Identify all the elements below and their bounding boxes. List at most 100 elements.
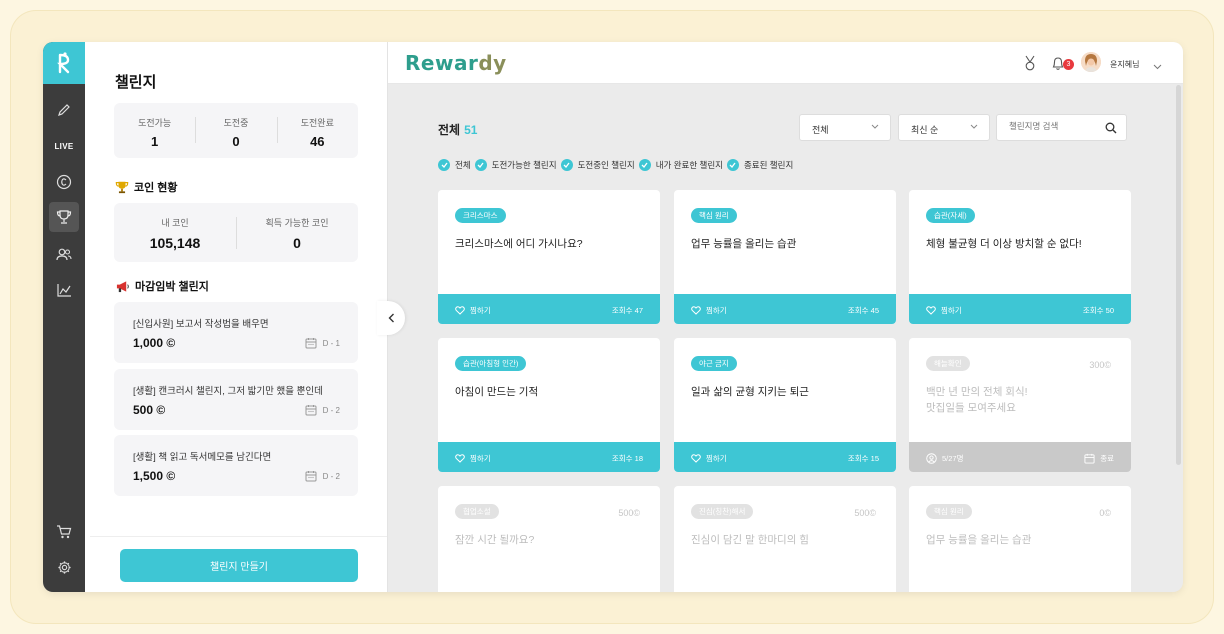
card-footer: 찜하기 조회수 45	[674, 294, 896, 324]
challenge-card-ended[interactable]: 핵심 원리 0© 업무 능률을 올리는 습관	[909, 486, 1131, 592]
users-icon[interactable]	[43, 238, 85, 270]
card-tag: 습관(아침형 인간)	[455, 356, 527, 371]
coin-value: 105,148	[149, 235, 201, 251]
calendar-icon	[1084, 453, 1095, 464]
total-count: 51	[464, 123, 478, 137]
notification-badge: 3	[1063, 59, 1074, 70]
coin-status-title: 코인 현황	[134, 182, 178, 194]
heart-icon	[455, 306, 465, 315]
filter-ended[interactable]: 종료된 챌린지	[726, 159, 793, 171]
card-footer: 찜하기 조회수 15	[674, 442, 896, 472]
filter-all[interactable]: 전체	[438, 159, 471, 171]
medal-icon[interactable]	[1023, 55, 1037, 76]
category-select[interactable]: 전체	[799, 114, 891, 141]
sort-select[interactable]: 최신 순	[898, 114, 990, 141]
stat-label: 도전가능	[138, 118, 172, 128]
challenge-panel: 챌린지 도전가능 1 도전중 0 도전완료 46 코인 현황 내 코인 105,…	[85, 42, 387, 592]
like-button[interactable]: 찜하기	[455, 305, 491, 316]
deadline-card-day: D - 2	[305, 404, 340, 416]
card-coin: 0©	[1099, 508, 1111, 518]
deadline-card-coin: 500 ©	[133, 403, 166, 417]
nav-rail: LIVE	[43, 42, 85, 592]
card-tag: 핵심 원리	[691, 208, 737, 223]
panel-title: 챌린지	[115, 74, 157, 91]
filter-completed[interactable]: 내가 완료한 챌린지	[638, 159, 723, 171]
live-menu[interactable]: LIVE	[43, 130, 85, 162]
app-window: LIVE 챌린지 도전가능 1 도전중 0 도전완료 46 코인 현황 내 코인…	[43, 42, 1183, 592]
username[interactable]: 윤지혜님	[1110, 59, 1139, 70]
megaphone-icon	[116, 280, 129, 292]
trophy-icon	[115, 181, 129, 194]
challenge-stats: 도전가능 1 도전중 0 도전완료 46	[114, 103, 358, 158]
card-coin: 500©	[618, 508, 640, 518]
coin-summary: 내 코인 105,148 획득 가능한 코인 0	[114, 203, 358, 262]
coin-label: 획득 가능한 코인	[265, 218, 329, 228]
card-tag: 해늘확인	[926, 356, 970, 371]
live-label: LIVE	[54, 141, 74, 151]
stat-completed[interactable]: 도전완료 46	[276, 103, 358, 158]
like-button[interactable]: 찜하기	[926, 305, 962, 316]
my-coins: 내 코인 105,148	[114, 203, 236, 262]
participants: 5/27명	[926, 453, 964, 464]
settings-icon[interactable]	[43, 551, 85, 583]
challenge-card-ended[interactable]: 진심(칭찬)해서 500© 진심이 담긴 말 한마디의 힘	[674, 486, 896, 592]
deadline-heading: 마감임박 챌린지	[115, 278, 209, 294]
challenge-card[interactable]: 습관(자세) 체형 불균형 더 이상 방치할 순 없다! 찜하기 조회수 50	[909, 190, 1131, 324]
card-title: 업무 능률을 올리는 습관	[691, 238, 797, 250]
stat-value: 1	[151, 134, 159, 149]
view-count: 조회수 18	[611, 454, 643, 463]
stat-value: 46	[310, 134, 325, 149]
stat-in-progress[interactable]: 도전중 0	[195, 103, 276, 158]
challenge-card[interactable]: 야근 금지 일과 삶의 균형 지키는 퇴근 찜하기 조회수 15	[674, 338, 896, 472]
stat-value: 0	[232, 134, 240, 149]
deadline-card[interactable]: [생활] 책 읽고 독서메모를 남긴다면 1,500 © D - 2	[114, 435, 358, 496]
filter-in-progress[interactable]: 도전중인 챌린지	[560, 159, 635, 171]
scrollbar[interactable]	[1176, 85, 1181, 465]
cart-icon[interactable]	[43, 515, 85, 547]
coin-value: 0	[293, 235, 301, 251]
brand-logo[interactable]: Rewardy	[405, 51, 507, 75]
challenge-card[interactable]: 핵심 원리 업무 능률을 올리는 습관 찜하기 조회수 45	[674, 190, 896, 324]
trophy-icon[interactable]	[49, 202, 79, 232]
calendar-icon	[305, 471, 317, 482]
collapse-panel-button[interactable]	[377, 301, 405, 335]
chevron-down-icon[interactable]	[1153, 57, 1162, 75]
filter-available[interactable]: 도전가능한 챌린지	[474, 159, 557, 171]
calendar-icon	[305, 338, 317, 349]
challenge-search[interactable]	[996, 114, 1127, 141]
view-count: 조회수 15	[847, 454, 879, 463]
search-icon[interactable]	[1105, 122, 1117, 134]
card-footer: 찜하기 조회수 50	[909, 294, 1131, 324]
heart-icon	[691, 306, 701, 315]
rail-logo[interactable]	[43, 42, 85, 84]
coin-icon[interactable]	[43, 166, 85, 198]
stat-available[interactable]: 도전가능 1	[114, 103, 195, 158]
user-icon	[926, 453, 937, 464]
like-button[interactable]: 찜하기	[691, 305, 727, 316]
deadline-card[interactable]: [신입사원] 보고서 작성법을 배우면 1,000 © D - 1	[114, 302, 358, 363]
card-coin: 500©	[854, 508, 876, 518]
heart-icon	[455, 454, 465, 463]
like-button[interactable]: 찜하기	[691, 453, 727, 464]
create-challenge-button[interactable]: 챌린지 만들기	[120, 549, 358, 582]
challenge-card[interactable]: 습관(아침형 인간) 아침이 만드는 기적 찜하기 조회수 18	[438, 338, 660, 472]
challenge-card[interactable]: 크리스마스 크리스마스에 어디 가시나요? 찜하기 조회수 47	[438, 190, 660, 324]
view-count: 조회수 45	[847, 306, 879, 315]
heart-icon	[926, 306, 936, 315]
deadline-card[interactable]: [생활] 캔크러시 챌린지, 그저 밟기만 했을 뿐인데 500 © D - 2	[114, 369, 358, 430]
card-footer: 찜하기 조회수 18	[438, 442, 660, 472]
challenge-card-ended[interactable]: 해늘확인 300© 백만 년 만의 전체 회식! 맛집일들 모여주세요 5/27…	[909, 338, 1131, 472]
card-title: 잠깐 시간 될까요?	[455, 534, 535, 546]
card-tag: 습관(자세)	[926, 208, 975, 223]
pencil-icon[interactable]	[43, 94, 85, 126]
challenge-card-ended[interactable]: 협업소설 500© 잠깐 시간 될까요?	[438, 486, 660, 592]
card-tag: 핵심 원리	[926, 504, 972, 519]
deadline-card-title: [생활] 책 읽고 독서메모를 남긴다면	[133, 452, 272, 463]
card-tag: 크리스마스	[455, 208, 506, 223]
deadline-title: 마감임박 챌린지	[135, 281, 209, 293]
avatar[interactable]	[1081, 52, 1101, 72]
like-button[interactable]: 찜하기	[455, 453, 491, 464]
chevron-down-icon	[970, 124, 978, 129]
chart-icon[interactable]	[43, 274, 85, 306]
search-input[interactable]	[1009, 121, 1099, 131]
